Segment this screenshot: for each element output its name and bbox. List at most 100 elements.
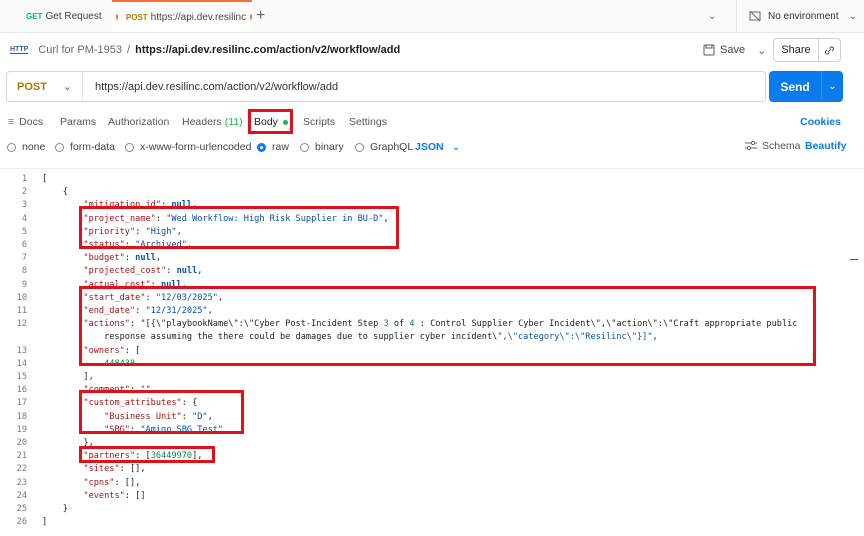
line-number: 12 [16,319,27,330]
code-line: 25 } [0,503,864,516]
radio-binary-label: binary [315,141,344,153]
tab-method: POST [125,12,148,22]
breadcrumb: HTTP Curl for PM-1953 / https://api.dev.… [10,40,400,60]
environment-label: No environment [768,10,839,22]
radio-binary[interactable]: binary [300,140,344,154]
highlight-box-dates-actions-owners [79,286,816,366]
tab-params[interactable]: Params [60,115,96,129]
send-options-chevron-icon[interactable]: ⌄ [822,71,843,102]
cookies-link[interactable]: Cookies [800,116,841,128]
code-text: ] [42,517,48,528]
line-number: 10 [16,292,27,303]
radio-graphql-label: GraphQL [370,141,414,153]
radio-none-label: none [22,141,46,153]
line-number: 20 [16,438,27,448]
line-number: 1 [21,174,27,184]
line-number: 23 [16,477,27,488]
code-line: 23 "cpns": [], [0,477,864,490]
breadcrumb-collection[interactable]: Curl for PM-1953 [38,44,122,56]
share-button[interactable]: Share [774,39,819,61]
schema-label: Schema [762,140,801,152]
radio-urlencoded[interactable]: x-www-form-urlencoded [125,140,251,154]
line-number: 11 [16,306,27,316]
url-bar: POST ⌄ https://api.dev.resilinc.com/acti… [6,71,766,102]
send-button[interactable]: Send [769,71,822,102]
tab-authorization[interactable]: Authorization [108,115,169,129]
radio-icon [7,142,16,152]
code-line: 1[ [0,173,864,186]
tab-scripts[interactable]: Scripts [303,115,335,129]
tab-post-request[interactable]: POST https://api.dev.resilinc [112,0,252,32]
code-line: 22 "sites": [], [0,463,864,476]
highlight-box-project-fields [79,206,399,249]
code-text: } [42,504,68,514]
radio-icon [55,142,64,152]
radio-icon [125,142,134,152]
code-text: ], [42,372,94,382]
save-label: Save [720,44,746,56]
tab-label: Get Request [45,10,102,22]
radio-none[interactable]: none [7,140,45,154]
method-value: POST [17,80,47,93]
chevron-down-icon: ⌄ [62,81,72,93]
headers-count: (11) [224,116,243,128]
code-line: 8 "projected_cost": null, [0,265,864,278]
code-line: 24 "events": [] [0,490,864,503]
http-icon: HTTP [10,46,29,54]
line-number: 15 [16,372,27,382]
code-line: 7 "budget": null, [0,252,864,265]
tabs-dropdown-button[interactable]: ⌄ [708,0,716,32]
code-text: { [42,187,68,198]
tab-docs[interactable]: ≡ Docs [8,115,43,129]
code-text: [ [42,174,48,184]
link-icon[interactable] [819,39,840,61]
chevron-down-icon[interactable]: ⌄ [757,44,766,57]
unsaved-dot-icon [116,14,118,20]
radio-raw[interactable]: raw [257,140,289,154]
line-number: 7 [21,253,27,264]
line-number: 2 [21,187,27,198]
breadcrumb-request[interactable]: https://api.dev.resilinc.com/action/v2/w… [135,44,400,56]
chevron-down-icon: ⌄ [848,10,857,22]
line-number: 6 [21,240,27,250]
highlight-box-custom-attributes [79,390,244,434]
line-number: 19 [16,424,27,435]
schema-icon [745,141,757,151]
code-text: "sites": [], [83,464,146,475]
code-line: 2 { [0,186,864,199]
tab-headers[interactable]: Headers (11) [182,115,243,129]
url-input[interactable]: https://api.dev.resilinc.com/action/v2/w… [83,81,338,93]
schema-button[interactable]: Schema [745,140,801,152]
tab-headers-label: Headers [182,116,222,128]
tab-label: https://api.dev.resilinc [150,11,247,23]
radio-urlencoded-label: x-www-form-urlencoded [140,141,252,153]
line-number: 8 [21,266,27,277]
no-environment-icon [749,10,761,22]
share-group: Share [773,38,841,62]
line-number: 13 [16,345,27,356]
line-number: 18 [16,411,27,422]
line-number: 5 [21,226,27,237]
code-line: 15 ], [0,371,864,384]
radio-graphql[interactable]: GraphQL [355,140,413,154]
tab-get-request[interactable]: GET Get Request [12,0,112,32]
new-tab-button[interactable]: + [256,0,265,32]
beautify-button[interactable]: Beautify [805,140,846,152]
radio-form-data[interactable]: form-data [55,140,115,154]
format-select[interactable]: JSON ⌄ [415,140,460,154]
tab-settings[interactable]: Settings [349,115,387,129]
highlight-box-partners [79,446,215,463]
send-button-group: Send ⌄ [769,71,843,102]
docs-icon: ≡ [8,116,15,128]
save-button[interactable]: Save ⌄ [703,39,766,61]
environment-selector[interactable]: No environment ⌄ [736,0,864,32]
radio-form-data-label: form-data [70,141,115,153]
save-icon [703,44,715,56]
line-number: 3 [21,200,27,211]
code-text: "events": [] [83,490,146,501]
method-select[interactable]: POST ⌄ [7,72,83,101]
line-number: 9 [21,279,27,290]
line-number: 16 [16,385,27,396]
breadcrumb-separator: / [127,44,131,56]
radio-icon [355,142,364,152]
